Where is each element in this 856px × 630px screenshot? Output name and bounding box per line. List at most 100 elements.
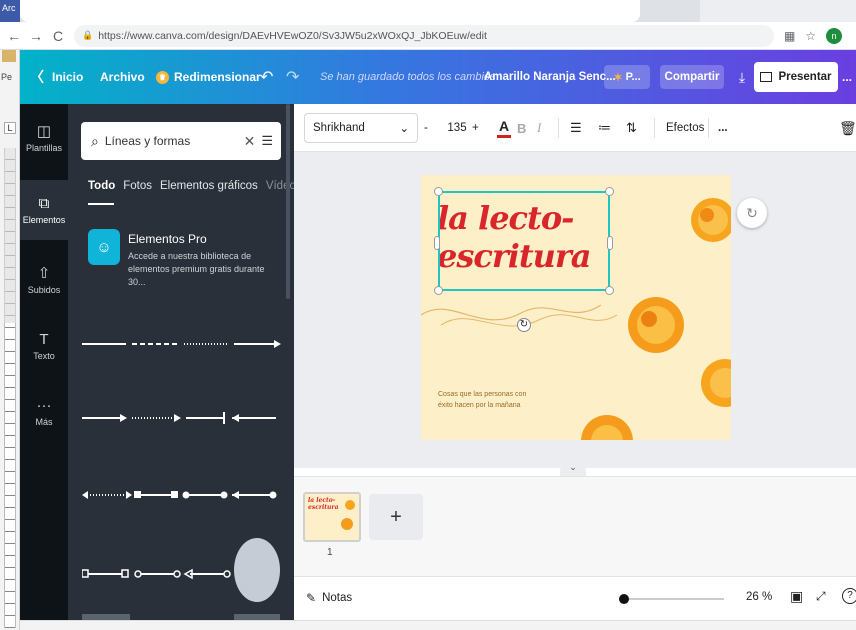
filter-icon[interactable]: ☰ bbox=[261, 133, 273, 149]
download-icon[interactable]: ⤓ bbox=[732, 65, 752, 89]
tab-all[interactable]: Todo bbox=[88, 180, 115, 192]
zoom-level[interactable]: 26 % bbox=[746, 591, 772, 603]
line-row-3 bbox=[82, 491, 277, 499]
bold-button[interactable]: B bbox=[517, 104, 526, 152]
marigold-flower-2[interactable] bbox=[621, 287, 691, 367]
zoom-slider[interactable] bbox=[619, 594, 724, 604]
font-family-select[interactable]: Shrikhand ⌄ bbox=[304, 113, 418, 143]
text-color-button[interactable]: A bbox=[497, 104, 511, 152]
resize-handle-left[interactable] bbox=[434, 236, 440, 250]
folder-icon bbox=[2, 50, 16, 62]
bookmark-star-icon[interactable]: ☆ bbox=[805, 29, 816, 43]
add-page-button[interactable]: + bbox=[369, 494, 423, 540]
browser-tabstrip: Arc bbox=[0, 0, 856, 22]
selection-box[interactable] bbox=[438, 191, 610, 291]
marigold-flower-3[interactable] bbox=[691, 355, 731, 415]
hollow-square-icon bbox=[121, 569, 129, 578]
font-size-input[interactable]: 135 bbox=[442, 104, 472, 152]
text-toolbar: Shrikhand ⌄ - 135 + A B I ☰ ≔ ⇅ Efectos … bbox=[294, 104, 856, 152]
inactive-tab[interactable] bbox=[700, 0, 856, 22]
page-thumbnail[interactable]: la lecto- escritura bbox=[303, 492, 361, 542]
search-box[interactable]: ⌕ Líneas y formas ✕ ☰ bbox=[81, 122, 281, 160]
resize-handle-bottom-right[interactable] bbox=[605, 286, 614, 295]
forward-icon[interactable]: → bbox=[28, 28, 44, 44]
trash-icon[interactable]: 🗑 bbox=[839, 104, 856, 152]
qr-code-icon[interactable]: ▦ bbox=[784, 29, 795, 43]
align-left-icon[interactable]: ☰ bbox=[570, 104, 582, 152]
pro-elements-icon: ☺ bbox=[88, 229, 120, 265]
thumbnail-flower bbox=[341, 518, 353, 530]
list-icon[interactable]: ≔ bbox=[598, 104, 611, 152]
thumbnail-flower bbox=[345, 500, 355, 510]
resize-handle-top-right[interactable] bbox=[605, 187, 614, 196]
thumbnail-line-1: la lecto- bbox=[308, 497, 336, 504]
zoom-slider-knob[interactable] bbox=[619, 594, 629, 604]
rail-item-elements[interactable]: ⧉ Elementos bbox=[20, 180, 68, 240]
fullscreen-icon[interactable]: ⤢ bbox=[816, 589, 826, 604]
tab-video[interactable]: Vídeo bbox=[266, 180, 296, 192]
resize-handle-right[interactable] bbox=[607, 236, 613, 250]
decrease-size-button[interactable]: - bbox=[424, 104, 428, 152]
divider bbox=[558, 118, 559, 138]
undo-icon[interactable]: ↶ bbox=[260, 50, 273, 104]
increase-size-button[interactable]: + bbox=[472, 104, 479, 152]
rotate-icon[interactable]: ↻ bbox=[517, 318, 531, 332]
text-color-letter: A bbox=[498, 118, 510, 134]
reload-icon[interactable]: C bbox=[50, 28, 66, 44]
background-tab[interactable]: Arc bbox=[0, 0, 20, 22]
active-tab-indicator bbox=[88, 203, 114, 205]
search-icon: ⌕ bbox=[91, 132, 99, 149]
home-button[interactable]: 〈 Inicio bbox=[30, 50, 83, 104]
present-button[interactable]: Presentar bbox=[754, 62, 838, 92]
upload-icon: ⇧ bbox=[37, 264, 51, 282]
resize-button[interactable]: ♛ Redimensionar bbox=[156, 50, 261, 104]
tab-stop-marker[interactable]: L bbox=[4, 122, 16, 134]
divider bbox=[708, 118, 709, 138]
marigold-flower-1[interactable] bbox=[683, 185, 731, 265]
dot-end-icon bbox=[269, 491, 277, 499]
refresh-icon[interactable]: ↻ bbox=[737, 198, 767, 228]
line-row-1 bbox=[82, 340, 281, 348]
rail-item-more[interactable]: ··· Más bbox=[20, 382, 68, 442]
more-options-button[interactable]: ... bbox=[842, 50, 852, 104]
window-bottom-edge bbox=[20, 620, 856, 630]
line-spacing-icon[interactable]: ⇅ bbox=[626, 104, 637, 152]
tab-graphics[interactable]: Elementos gráficos bbox=[160, 180, 258, 192]
search-input[interactable]: Líneas y formas bbox=[105, 134, 244, 148]
help-button[interactable]: ? bbox=[842, 588, 856, 604]
effects-button[interactable]: Efectos bbox=[666, 104, 704, 152]
rail-item-text[interactable]: T Texto bbox=[20, 316, 68, 376]
rail-item-templates[interactable]: ◫ Plantillas bbox=[20, 108, 68, 168]
clear-icon[interactable]: ✕ bbox=[244, 133, 256, 150]
share-button[interactable]: Compartir bbox=[660, 65, 724, 89]
italic-button[interactable]: I bbox=[537, 104, 541, 152]
profile-avatar[interactable]: n bbox=[826, 27, 843, 44]
tab-photos[interactable]: Fotos bbox=[123, 180, 152, 192]
circle-shape[interactable] bbox=[234, 538, 280, 602]
chevron-down-icon[interactable]: ⌄ bbox=[560, 462, 586, 476]
pro-button[interactable]: ✶ P... bbox=[604, 65, 650, 89]
resize-handle-top-left[interactable] bbox=[434, 187, 443, 196]
subtitle-line-1: Cosas que las personas con bbox=[438, 391, 527, 398]
design-title[interactable]: Amarillo Naranja Senc... bbox=[484, 50, 616, 104]
subtitle-text[interactable]: Cosas que las personas con éxito hacen p… bbox=[438, 389, 526, 411]
resize-handle-bottom-left[interactable] bbox=[434, 286, 443, 295]
active-tab[interactable] bbox=[20, 0, 640, 22]
page-grid-icon[interactable]: ▣ bbox=[790, 588, 803, 605]
rail-label: Texto bbox=[33, 350, 55, 361]
background-window-strip: Pe L bbox=[0, 50, 20, 630]
url-field[interactable]: 🔒 https://www.canva.com/design/DAEvHVEwO… bbox=[74, 24, 774, 47]
rail-item-uploads[interactable]: ⇧ Subidos bbox=[20, 250, 68, 310]
panel-scrollbar[interactable] bbox=[286, 104, 290, 299]
back-icon[interactable]: ← bbox=[6, 28, 22, 44]
divider bbox=[654, 118, 655, 138]
notes-label: Notas bbox=[322, 592, 353, 604]
file-menu-button[interactable]: Archivo bbox=[100, 50, 145, 104]
marigold-flower-4[interactable] bbox=[577, 411, 637, 440]
line-row-2 bbox=[82, 412, 276, 424]
notes-button[interactable]: ✎ Notas bbox=[306, 591, 352, 605]
toolbar-more-button[interactable]: ... bbox=[718, 104, 728, 152]
pro-elements-card[interactable]: ☺ Elementos Pro Accede a nuestra bibliot… bbox=[88, 229, 278, 287]
pro-card-title: Elementos Pro bbox=[128, 232, 207, 246]
redo-icon[interactable]: ↷ bbox=[286, 50, 299, 104]
